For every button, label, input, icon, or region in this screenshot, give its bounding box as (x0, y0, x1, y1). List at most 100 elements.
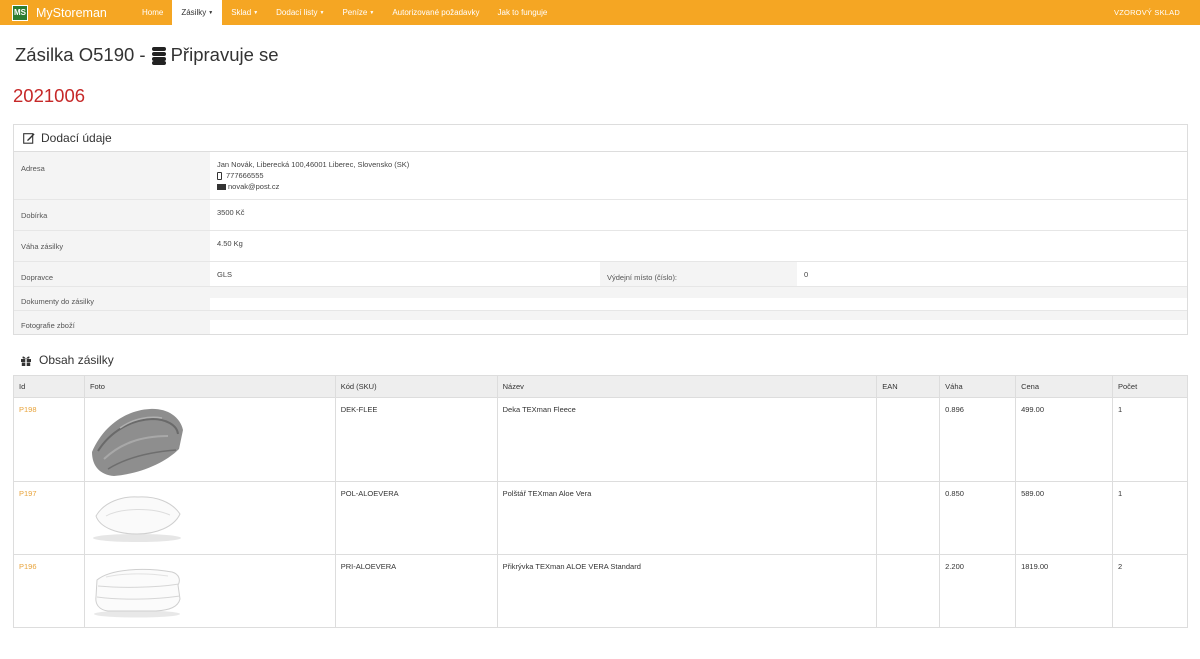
column-header-sku[interactable]: Kód (SKU) (334, 375, 498, 398)
carrier-value: GLS (217, 270, 233, 279)
cod-row: Dobírka 3500 Kč (14, 200, 1187, 231)
caret-down-icon: ▼ (369, 9, 375, 16)
brand-name: MyStoreman (36, 5, 107, 20)
nav-item-dodaci-listy[interactable]: Dodací listy ▼ (267, 0, 333, 25)
product-id-link[interactable]: P198 (19, 405, 37, 414)
top-navbar: MS MyStoreman Home Zásilky ▼ Sklad ▼ Dodac… (0, 0, 1200, 25)
product-sku: POL-ALOEVERA (334, 481, 498, 555)
carrier-label: Dopravce (14, 262, 210, 286)
brand-logo-icon: MS (12, 4, 28, 21)
product-weight: 0.896 (939, 397, 1017, 482)
product-ean (876, 397, 941, 482)
caret-down-icon: ▼ (319, 9, 325, 16)
address-text: Jan Novák, Liberecká 100,46001 Liberec, … (217, 160, 410, 169)
page-title: Zásilka O5190 - Připravuje se (15, 44, 279, 66)
photos-box (210, 311, 1187, 320)
table-row: P198 DEK-FLEE Deka TEXman Fleece 0.896 4… (13, 397, 1188, 482)
nav-label: Dodací listy (276, 8, 318, 17)
product-weight: 2.200 (939, 554, 1017, 628)
documents-row: Dokumenty do zásilky (14, 287, 1187, 311)
product-weight: 0.850 (939, 481, 1017, 555)
address-row: Adresa Jan Novák, Liberecká 100,46001 Li… (14, 152, 1187, 200)
gray-blanket-image[interactable] (90, 402, 184, 477)
product-qty: 1 (1112, 397, 1188, 482)
order-number: 2021006 (13, 85, 86, 106)
photos-row: Fotografie zboží (14, 311, 1187, 334)
product-ean (876, 481, 941, 555)
table-header-row: Id Foto Kód (SKU) Název EAN Váha Cena Po… (13, 375, 1188, 398)
pickup-point-value: 0 (804, 270, 809, 279)
contents-table: Id Foto Kód (SKU) Název EAN Váha Cena Po… (13, 375, 1188, 628)
product-price: 589.00 (1015, 481, 1113, 555)
shipment-title: Zásilka O5190 - (15, 44, 146, 65)
contents-heading: Obsah zásilky (20, 353, 114, 367)
nav-label: Peníze (342, 8, 368, 17)
product-price: 499.00 (1015, 397, 1113, 482)
white-duvet-image[interactable] (90, 559, 184, 619)
delivery-heading-text: Dodací údaje (41, 131, 112, 145)
column-header-photo[interactable]: Foto (83, 375, 336, 398)
caret-down-icon: ▼ (208, 9, 214, 16)
product-photo-cell (83, 554, 336, 628)
product-id-link[interactable]: P197 (19, 489, 37, 498)
cod-value: 3500 Kč (217, 208, 245, 217)
email-value: novak@post.cz (228, 182, 280, 191)
product-photo-cell (83, 481, 336, 555)
product-price: 1819.00 (1015, 554, 1113, 628)
column-header-name[interactable]: Název (496, 375, 878, 398)
pickup-point-label: Výdejní místo (číslo): (600, 262, 797, 286)
nav-item-jak-to-funguje[interactable]: Jak to funguje (489, 0, 557, 25)
table-row: P196 PRI-ALOEVERA Přikrývka TEXman ALOE … (13, 554, 1188, 628)
phone-line: 777666555 (217, 170, 1187, 181)
nav-item-autorizovane-pozadavky[interactable]: Autorizované požadavky (383, 0, 488, 25)
nav-label: Home (142, 8, 164, 17)
nav-label: Zásilky (181, 8, 207, 17)
caret-down-icon: ▼ (253, 9, 259, 16)
white-pillow-image[interactable] (90, 486, 184, 546)
gift-icon (21, 355, 31, 366)
nav-item-sklad[interactable]: Sklad ▼ (222, 0, 267, 25)
weight-row: Váha zásilky 4.50 Kg (14, 231, 1187, 262)
delivery-panel: Dodací údaje Adresa Jan Novák, Liberecká… (13, 124, 1188, 335)
nav-label: Jak to funguje (497, 8, 548, 17)
documents-value (210, 287, 1187, 310)
column-header-price[interactable]: Cena (1015, 375, 1113, 398)
product-name: Přikrývka TEXman ALOE VERA Standard (496, 554, 878, 628)
brand-link[interactable]: MS MyStoreman (0, 0, 133, 25)
phone-icon (217, 171, 222, 180)
product-photo-cell (83, 397, 336, 482)
nav-label: Sklad (231, 8, 252, 17)
main-nav: Home Zásilky ▼ Sklad ▼ Dodací listy ▼ Peníz… (133, 0, 556, 25)
warehouse-name[interactable]: VZOROVÝ SKLAD (1114, 0, 1180, 25)
database-stack-icon (151, 46, 168, 65)
photos-label: Fotografie zboží (14, 311, 210, 334)
documents-label: Dokumenty do zásilky (14, 287, 210, 310)
nav-item-zasilky[interactable]: Zásilky ▼ (172, 0, 223, 25)
carrier-row: Dopravce GLS Výdejní místo (číslo): 0 (14, 262, 1187, 287)
edit-icon (23, 133, 35, 144)
email-line: novak@post.cz (217, 181, 1187, 192)
address-value: Jan Novák, Liberecká 100,46001 Liberec, … (210, 152, 1187, 199)
nav-item-penize[interactable]: Peníze ▼ (333, 0, 383, 25)
delivery-panel-heading: Dodací údaje (14, 125, 1187, 152)
column-header-ean[interactable]: EAN (876, 375, 941, 398)
documents-box (210, 287, 1187, 298)
phone-value: 777666555 (226, 171, 264, 180)
table-row: P197 POL-ALOEVERA Polštář TEXman Aloe Ve… (13, 481, 1188, 555)
envelope-icon (217, 183, 226, 190)
product-id-link[interactable]: P196 (19, 562, 37, 571)
product-ean (876, 554, 941, 628)
column-header-id[interactable]: Id (13, 375, 85, 398)
nav-item-home[interactable]: Home (133, 0, 172, 25)
product-sku: PRI-ALOEVERA (334, 554, 498, 628)
cod-label: Dobírka (14, 200, 210, 230)
column-header-qty[interactable]: Počet (1112, 375, 1188, 398)
photos-value (210, 311, 1187, 334)
shipment-status: Připravuje se (170, 44, 279, 65)
column-header-weight[interactable]: Váha (939, 375, 1017, 398)
product-sku: DEK-FLEE (334, 397, 498, 482)
product-name: Deka TEXman Fleece (496, 397, 878, 482)
nav-label: Autorizované požadavky (392, 8, 480, 17)
contents-heading-text: Obsah zásilky (39, 353, 114, 367)
product-qty: 2 (1112, 554, 1188, 628)
